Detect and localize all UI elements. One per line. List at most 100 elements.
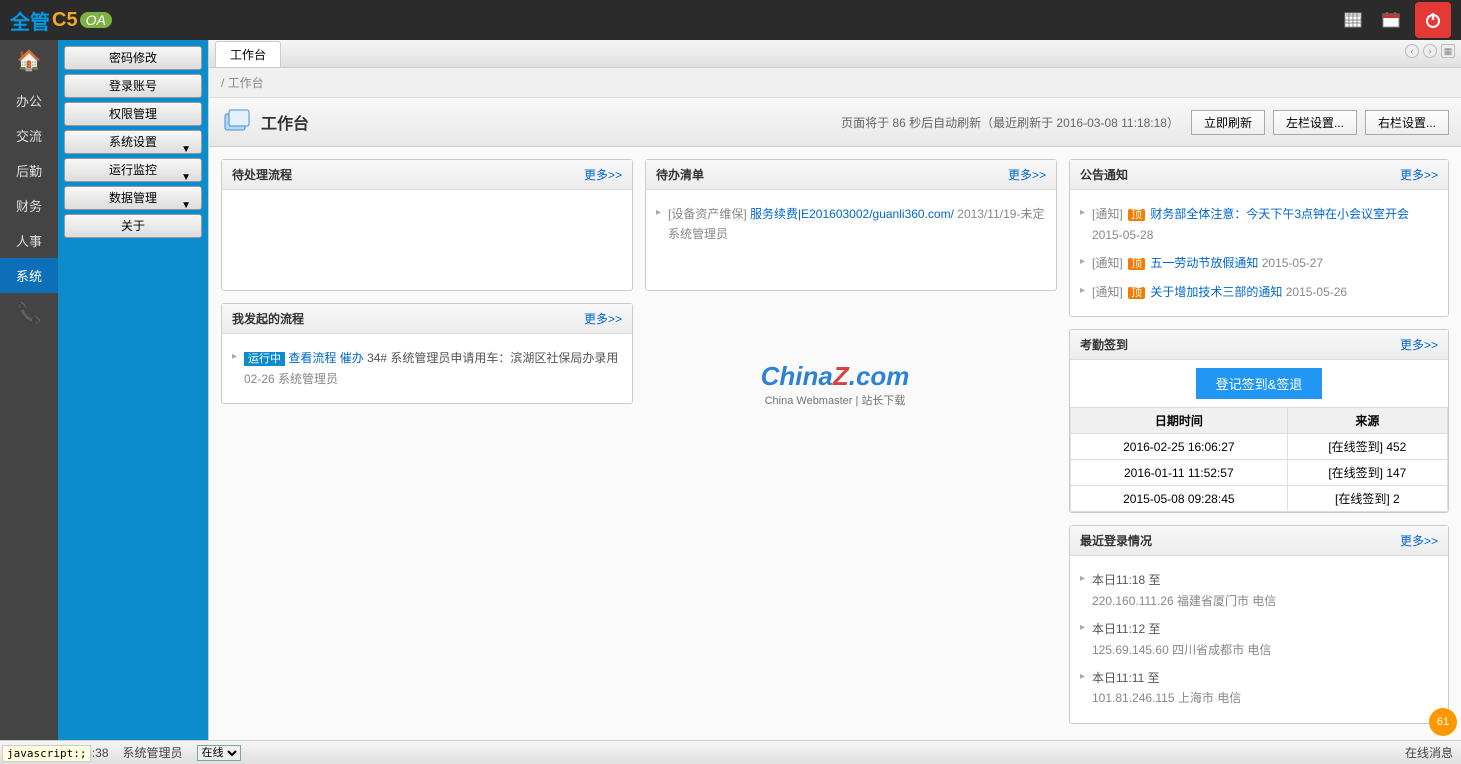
todo-tail: 2013/11/19-未定: [957, 207, 1044, 221]
top-bar: 全管 C5 OA: [0, 0, 1461, 40]
todo-link[interactable]: 服务续费|E201603002/guanli360.com/: [750, 207, 954, 221]
online-message-link[interactable]: 在线消息: [1405, 744, 1453, 761]
logo-text-3: OA: [80, 12, 112, 28]
notice-date: 2015-05-27: [1262, 256, 1323, 270]
logo-text-1: 全管: [10, 6, 50, 35]
flow-user: 系统管理员: [278, 372, 338, 386]
nav-finance[interactable]: 财务: [0, 188, 58, 223]
status-user: 系统管理员: [123, 744, 183, 761]
cell-datetime: 2016-01-11 11:52:57: [1071, 460, 1288, 486]
panel-notice: 公告通知 更多>> [通知] 顶 财务部全体注意：今天下午3点钟在小会议室开会 2…: [1069, 159, 1449, 317]
cell-source: [在线签到] 452: [1287, 434, 1447, 460]
list-item: 运行中 查看流程 催办 34# 系统管理员申请用车：滨湖区社保局办录用 02-2…: [232, 344, 622, 393]
login-head: 本日11:12 至: [1092, 619, 1438, 639]
notification-badge[interactable]: 61: [1429, 708, 1457, 736]
subnav-password[interactable]: 密码修改: [64, 46, 202, 70]
list-item: [设备资产维保] 服务续费|E201603002/guanli360.com/ …: [656, 200, 1046, 249]
notice-tag: [通知]: [1092, 256, 1123, 270]
page-title: 工作台: [261, 110, 309, 134]
notice-link[interactable]: 五一劳动节放假通知: [1150, 256, 1258, 270]
tab-bar: 工作台 ‹ › ▦: [209, 40, 1461, 68]
panel-pending-flow: 待处理流程 更多>>: [221, 159, 633, 291]
check-in-button[interactable]: 登记签到&签退: [1196, 368, 1323, 399]
calendar-grid-icon[interactable]: [1339, 6, 1367, 34]
list-item: [通知] 顶 五一劳动节放假通知 2015-05-27: [1080, 249, 1438, 278]
flow-desc: 34# 系统管理员申请用车：滨湖区社保局办录用: [367, 351, 618, 365]
col-datetime: 日期时间: [1071, 408, 1288, 434]
todo-cat: [设备资产维保]: [668, 207, 747, 221]
notice-link[interactable]: 财务部全体注意：今天下午3点钟在小会议室开会: [1150, 207, 1409, 221]
more-link[interactable]: 更多>>: [1400, 532, 1438, 549]
content-area: 工作台 ‹ › ▦ / 工作台 工作台 页面将于 86 秒后自动刷新（最近刷新于…: [208, 40, 1461, 740]
left-settings-button[interactable]: 左栏设置...: [1273, 110, 1357, 135]
status-bar: 日 星期二 11:18:38 系统管理员 在线 在线消息: [0, 740, 1461, 764]
list-item: 本日11:12 至125.69.145.60 四川省成都市 电信: [1080, 615, 1438, 664]
tab-next[interactable]: ›: [1423, 44, 1437, 58]
more-link[interactable]: 更多>>: [584, 310, 622, 327]
subnav-account[interactable]: 登录账号: [64, 74, 202, 98]
notice-tag: [通知]: [1092, 207, 1123, 221]
tab-prev[interactable]: ‹: [1405, 44, 1419, 58]
sticky-badge: 顶: [1128, 258, 1145, 270]
right-settings-button[interactable]: 右栏设置...: [1365, 110, 1449, 135]
panel-title: 待办清单: [656, 166, 704, 183]
more-link[interactable]: 更多>>: [1400, 336, 1438, 353]
refresh-button[interactable]: 立即刷新: [1191, 110, 1265, 135]
notice-date: 2015-05-26: [1286, 285, 1347, 299]
calendar-icon[interactable]: [1377, 6, 1405, 34]
nav-system[interactable]: 系统: [0, 258, 58, 293]
nav-home[interactable]: 🏠: [0, 40, 58, 83]
nav-exchange[interactable]: 交流: [0, 118, 58, 153]
cell-source: [在线签到] 2: [1287, 486, 1447, 512]
more-link[interactable]: 更多>>: [584, 166, 622, 183]
login-head: 本日11:18 至: [1092, 570, 1438, 590]
panel-logins: 最近登录情况 更多>> 本日11:18 至220.160.111.26 福建省厦门…: [1069, 525, 1449, 723]
nav-widget[interactable]: 📞: [0, 293, 58, 336]
table-row: 2016-02-25 16:06:27[在线签到] 452: [1071, 434, 1448, 460]
main-nav: 🏠 办公 交流 后勤 财务 人事 系统 📞: [0, 40, 58, 740]
tab-dashboard[interactable]: 工作台: [215, 41, 281, 67]
login-detail: 125.69.145.60 四川省成都市 电信: [1092, 640, 1438, 660]
panel-title: 公告通知: [1080, 166, 1128, 183]
notice-link[interactable]: 关于增加技术三部的通知: [1150, 285, 1282, 299]
panel-title: 考勤签到: [1080, 336, 1128, 353]
logo: 全管 C5 OA: [10, 6, 112, 35]
urge-link[interactable]: 催办: [340, 351, 364, 365]
list-item: [通知] 顶 财务部全体注意：今天下午3点钟在小会议室开会 2015-05-28: [1080, 200, 1438, 249]
cell-source: [在线签到] 147: [1287, 460, 1447, 486]
cell-datetime: 2016-02-25 16:06:27: [1071, 434, 1288, 460]
sticky-badge: 顶: [1128, 287, 1145, 299]
subnav-settings[interactable]: 系统设置▼: [64, 130, 202, 154]
page-header: 工作台 页面将于 86 秒后自动刷新（最近刷新于 2016-03-08 11:1…: [209, 98, 1461, 147]
subnav-data[interactable]: 数据管理▼: [64, 186, 202, 210]
notice-tag: [通知]: [1092, 285, 1123, 299]
nav-office[interactable]: 办公: [0, 83, 58, 118]
power-button[interactable]: [1415, 2, 1451, 38]
nav-hr[interactable]: 人事: [0, 223, 58, 258]
subnav-about[interactable]: 关于: [64, 214, 202, 238]
table-row: 2016-01-11 11:52:57[在线签到] 147: [1071, 460, 1448, 486]
sticky-badge: 顶: [1128, 209, 1145, 221]
attendance-table: 日期时间 来源 2016-02-25 16:06:27[在线签到] 452201…: [1070, 407, 1448, 512]
panel-title: 待处理流程: [232, 166, 292, 183]
flow-date: 02-26: [244, 372, 275, 386]
login-detail: 220.160.111.26 福建省厦门市 电信: [1092, 591, 1438, 611]
more-link[interactable]: 更多>>: [1400, 166, 1438, 183]
panel-todo: 待办清单 更多>> [设备资产维保] 服务续费|E201603002/guanli…: [645, 159, 1057, 291]
dashboard-icon: [221, 106, 253, 138]
panel-title: 最近登录情况: [1080, 532, 1152, 549]
view-flow-link[interactable]: 查看流程: [288, 351, 336, 365]
status-select[interactable]: 在线: [197, 745, 241, 761]
list-item: [通知] 顶 关于增加技术三部的通知 2015-05-26: [1080, 278, 1438, 307]
more-link[interactable]: 更多>>: [1008, 166, 1046, 183]
todo-user: 系统管理员: [668, 227, 728, 241]
status-badge: 运行中: [244, 352, 285, 366]
subnav-monitor[interactable]: 运行监控▼: [64, 158, 202, 182]
tab-grid-icon[interactable]: ▦: [1441, 44, 1455, 58]
col-source: 来源: [1287, 408, 1447, 434]
panel-my-flow: 我发起的流程更多>> 运行中 查看流程 催办 34# 系统管理员申请用车：滨湖区…: [221, 303, 633, 404]
nav-logistics[interactable]: 后勤: [0, 153, 58, 188]
subnav-permission[interactable]: 权限管理: [64, 102, 202, 126]
login-detail: 101.81.246.115 上海市 电信: [1092, 688, 1438, 708]
cell-datetime: 2015-05-08 09:28:45: [1071, 486, 1288, 512]
